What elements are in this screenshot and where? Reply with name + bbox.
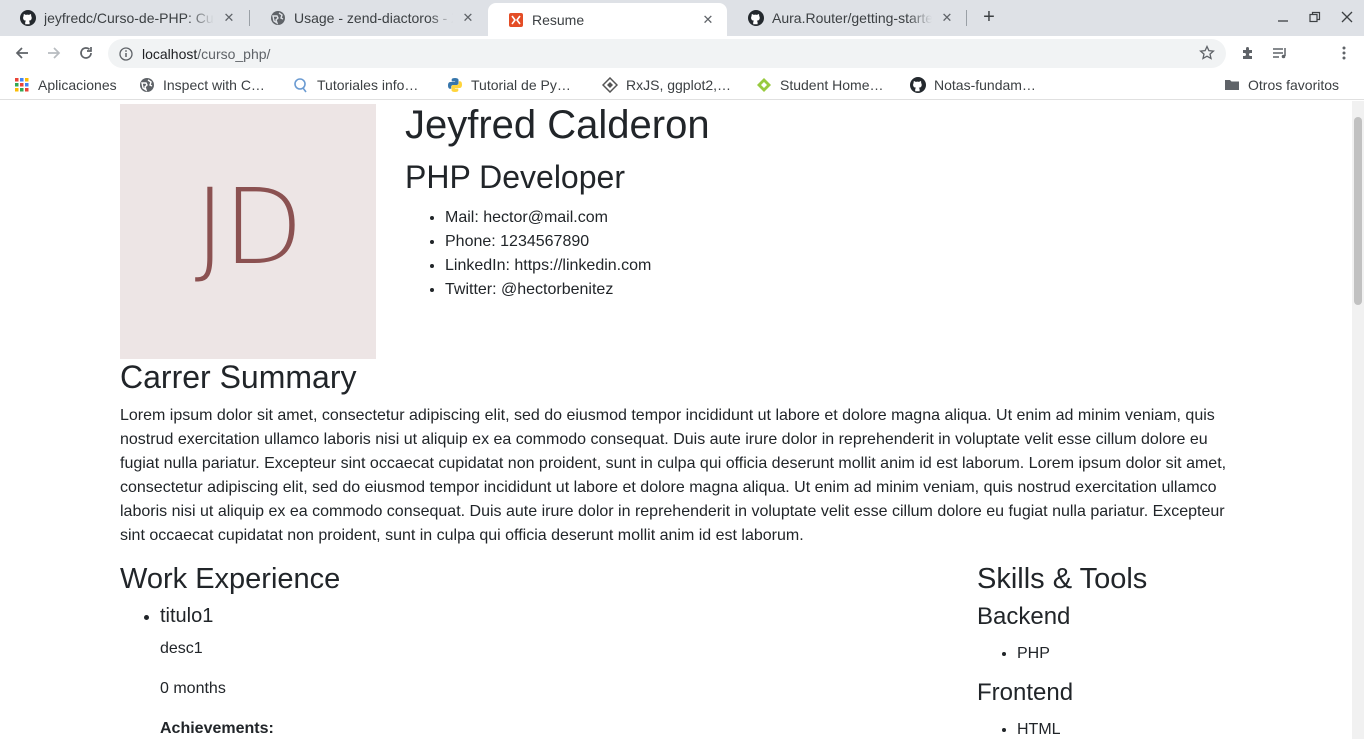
contact-list: Mail: hector@mail.com Phone: 1234567890 …	[445, 206, 651, 302]
bookmark-label: Tutorial de Py…	[471, 77, 571, 93]
contact-twitter: Twitter: @hectorbenitez	[445, 278, 651, 302]
more-menu-icon[interactable]	[1332, 41, 1356, 65]
bookmark-student-home[interactable]: Student Home…	[756, 74, 884, 96]
frontend-heading: Frontend	[977, 679, 1074, 706]
bookmark-star-icon[interactable]	[1198, 44, 1216, 62]
forward-arrow-icon[interactable]	[42, 41, 66, 65]
bookmark-aplicaciones[interactable]: Aplicaciones	[14, 74, 117, 96]
bookmark-label: Notas-fundam…	[934, 77, 1036, 93]
url-host: localhost	[142, 45, 198, 62]
contact-linkedin: LinkedIn: https://linkedin.com	[445, 254, 651, 278]
bookmark-tutoriales[interactable]: Tutoriales info…	[293, 74, 418, 96]
bookmark-label: Student Home…	[780, 77, 884, 93]
reload-icon[interactable]	[74, 41, 98, 65]
tab-close-icon[interactable]: ✕	[459, 9, 477, 27]
profile-photo-placeholder: JD	[120, 104, 376, 359]
summary-text: Lorem ipsum dolor sit amet, consectetur …	[120, 407, 1227, 544]
extensions-puzzle-icon[interactable]	[1236, 41, 1260, 65]
bookmark-label: Otros favoritos	[1248, 77, 1340, 93]
skills-heading: Skills & Tools	[977, 563, 1148, 595]
address-bar[interactable]: localhost/curso_php/	[108, 39, 1226, 68]
list-bullet	[144, 615, 149, 620]
tab-title: Usage - zend-diactoros - Ze	[294, 10, 453, 26]
skill-item: HTML	[1017, 718, 1061, 739]
person-role: PHP Developer	[405, 159, 625, 195]
work-experience-heading: Work Experience	[120, 563, 341, 595]
tab-title: Resume	[532, 11, 585, 28]
bookmark-tutorial-python[interactable]: Tutorial de Py…	[447, 74, 571, 96]
bookmark-inspect[interactable]: Inspect with C…	[139, 74, 265, 96]
diamond-icon	[602, 77, 618, 93]
bookmark-otros-favoritos[interactable]: Otros favoritos	[1224, 74, 1339, 96]
tab-zend-diactoros[interactable]: Usage - zend-diactoros - Ze ✕	[250, 3, 487, 33]
bookmark-label: Inspect with C…	[163, 77, 265, 93]
minimize-icon[interactable]	[1272, 6, 1294, 28]
tab-close-icon[interactable]: ✕	[938, 9, 956, 27]
green-diamond-icon	[756, 77, 772, 93]
job-achievements-label: Achievements:	[160, 720, 274, 737]
person-name: Jeyfred Calderon	[405, 103, 710, 147]
backend-list: PHP	[1017, 642, 1050, 666]
globe-icon	[270, 10, 286, 26]
profile-initials: JD	[194, 165, 304, 288]
tab-aura-router[interactable]: Aura.Router/getting-starte ✕	[728, 3, 966, 33]
tab-close-icon[interactable]: ✕	[699, 11, 717, 29]
skill-item: PHP	[1017, 642, 1050, 666]
tab-separator	[966, 10, 967, 26]
tab-close-icon[interactable]: ✕	[220, 9, 238, 27]
back-arrow-icon[interactable]	[10, 41, 34, 65]
bookmark-label: Tutoriales info…	[317, 77, 419, 93]
tab-strip: jeyfredc/Curso-de-PHP: Cu ✕ Usage - zend…	[0, 0, 1364, 36]
github-icon	[748, 10, 764, 26]
job-title: titulo1	[160, 605, 214, 627]
job-duration: 0 months	[160, 680, 226, 697]
bookmark-label: Aplicaciones	[38, 77, 117, 93]
tab-title: Aura.Router/getting-starte	[772, 10, 932, 26]
bookmark-label: RxJS, ggplot2,…	[626, 77, 732, 93]
window-close-icon[interactable]	[1336, 6, 1358, 28]
info-icon[interactable]	[118, 46, 134, 62]
url-path: /curso_php/	[197, 45, 271, 62]
bookmark-notas[interactable]: Notas-fundam…	[910, 74, 1036, 96]
html5-icon	[508, 12, 524, 28]
job-description: desc1	[160, 640, 203, 657]
contact-mail: Mail: hector@mail.com	[445, 206, 651, 230]
frontend-list: HTML	[1017, 718, 1061, 739]
new-tab-plus-icon[interactable]: +	[978, 6, 1000, 28]
tab-resume[interactable]: Resume ✕	[488, 3, 727, 36]
page-scrollbar[interactable]	[1352, 101, 1364, 739]
github-icon	[910, 77, 926, 93]
browser-toolbar: localhost/curso_php/	[0, 36, 1364, 99]
media-queue-icon[interactable]	[1268, 41, 1292, 65]
restore-icon[interactable]	[1304, 6, 1326, 28]
bookmark-rxjs[interactable]: RxJS, ggplot2,…	[602, 74, 731, 96]
search-bubble-icon	[293, 77, 309, 93]
summary-heading: Carrer Summary	[120, 359, 357, 395]
scrollbar-thumb[interactable]	[1354, 117, 1362, 305]
bookmarks-bar: Aplicaciones Inspect with C… Tutoriales …	[0, 70, 1364, 100]
apps-grid-icon	[14, 77, 30, 93]
python-icon	[447, 77, 463, 93]
tab-title: jeyfredc/Curso-de-PHP: Cu	[44, 10, 214, 26]
contact-phone: Phone: 1234567890	[445, 230, 651, 254]
folder-icon	[1224, 77, 1240, 93]
url-text: localhost/curso_php/	[142, 46, 270, 62]
backend-heading: Backend	[977, 603, 1071, 630]
page-viewport: JD Jeyfred Calderon PHP Developer Mail: …	[0, 101, 1352, 739]
globe-icon	[139, 77, 155, 93]
github-icon	[20, 10, 36, 26]
tab-curso-de-php[interactable]: jeyfredc/Curso-de-PHP: Cu ✕	[0, 3, 248, 33]
